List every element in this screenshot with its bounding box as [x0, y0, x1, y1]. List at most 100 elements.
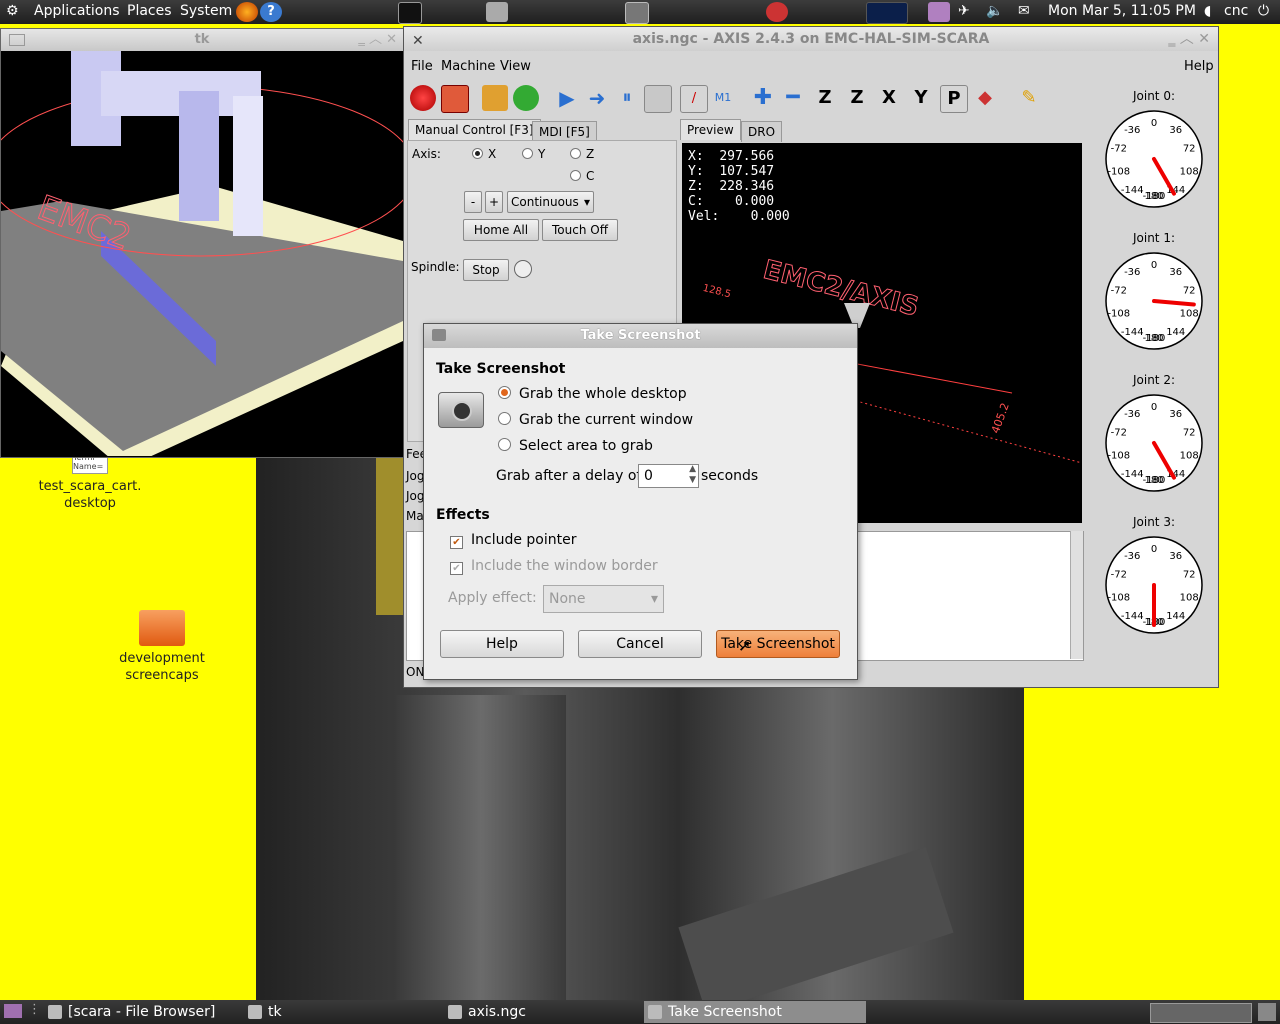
jog-plus-button[interactable]: + [485, 191, 503, 213]
camera-icon[interactable] [486, 2, 508, 22]
window-title: tk [194, 32, 210, 47]
include-border-checkbox[interactable]: ✔ Include the window border [450, 558, 658, 575]
tk-window[interactable]: tk ‗ ︿ ✕ EMC2 [0, 28, 404, 458]
tab-preview[interactable]: Preview [680, 119, 741, 140]
step-icon[interactable]: ➜ [584, 85, 610, 111]
show-desktop-icon[interactable] [4, 1004, 22, 1018]
run-icon[interactable]: ▶ [554, 85, 580, 111]
grab-whole-desktop-radio[interactable]: Grab the whole desktop [498, 386, 687, 402]
open-file-icon[interactable] [482, 85, 508, 111]
menu-view[interactable]: View [500, 59, 531, 74]
menu-machine[interactable]: Machine [441, 59, 495, 74]
menu-help[interactable]: Help [1184, 59, 1214, 74]
taskbar-file-browser[interactable]: [scara - File Browser] [44, 1001, 258, 1023]
dial-tick-label: -144 [1121, 469, 1144, 480]
select-area-radio[interactable]: Select area to grab [498, 438, 653, 454]
dimension-label: 128.5 [702, 283, 732, 301]
firefox-icon[interactable] [236, 2, 258, 22]
window-controls[interactable]: ‗ ︿ ✕ [358, 29, 397, 51]
dial-tick-label: 108 [1180, 308, 1199, 319]
tab-mdi[interactable]: MDI [F5] [532, 121, 597, 142]
clock[interactable]: Mon Mar 5, 11:05 PM [1048, 3, 1196, 19]
help-button[interactable]: Help [440, 630, 564, 658]
spindle-stop-button[interactable]: Stop [463, 259, 509, 281]
delay-spinbutton[interactable]: 0 ▲ ▼ [638, 464, 699, 488]
jog-mode-select[interactable]: Continuous ▾ [507, 191, 594, 213]
cancel-button[interactable]: Cancel [578, 630, 702, 658]
clear-plot-icon[interactable]: ✎ [1016, 85, 1042, 111]
view-x-icon[interactable]: X [876, 85, 902, 111]
lock-screen-icon[interactable] [625, 2, 649, 24]
desktop-icon-development-screencaps[interactable]: development screencaps [102, 610, 222, 684]
applications-menu[interactable]: Applications [34, 3, 120, 19]
update-icon[interactable] [766, 2, 788, 22]
window-title: axis.ngc - AXIS 2.4.3 on EMC-HAL-SIM-SCA… [632, 31, 990, 47]
dial-tick-label: 108 [1180, 592, 1199, 603]
axis-radio-z[interactable]: Z [570, 147, 594, 161]
axis-radio-y[interactable]: Y [522, 147, 545, 161]
separator-icon: ⋮ [28, 1002, 41, 1017]
gcode-scrollbar[interactable] [1070, 531, 1083, 659]
block-delete-icon[interactable]: / [680, 85, 708, 113]
network-icon[interactable]: ✈ [958, 3, 970, 19]
menu-file[interactable]: File [411, 59, 433, 74]
places-menu[interactable]: Places [127, 3, 172, 19]
touch-off-button[interactable]: Touch Off [542, 219, 618, 241]
camera-icon [648, 1005, 662, 1019]
pause-icon[interactable]: ⏸ [614, 85, 640, 111]
taskbar-take-screenshot[interactable]: Take Screenshot [644, 1001, 866, 1023]
spindle-brake-icon[interactable] [514, 260, 532, 278]
volume-icon[interactable]: 🔈 [986, 3, 1003, 19]
system-monitor-icon[interactable] [866, 2, 908, 24]
mail-icon[interactable]: ✉ [1018, 3, 1030, 19]
apply-effect-select[interactable]: None ▾ [543, 585, 664, 613]
window-icon [248, 1005, 262, 1019]
system-menu[interactable]: System [180, 3, 232, 19]
trash-icon[interactable] [1258, 1003, 1276, 1021]
zoom-in-icon[interactable]: ✚ [750, 85, 776, 111]
dial-tick-label: -180 [1143, 333, 1166, 344]
estop-icon[interactable] [410, 85, 436, 111]
axis-app-icon[interactable]: ✕ [412, 29, 424, 53]
view-y-icon[interactable]: Y [908, 85, 934, 111]
axis-radio-x[interactable]: X [472, 147, 496, 161]
taskbar-tk[interactable]: tk [244, 1001, 458, 1023]
terminal-icon[interactable] [398, 2, 422, 24]
zoom-out-icon[interactable]: ━ [780, 85, 806, 111]
window-menu-icon[interactable] [9, 34, 25, 46]
ubuntu-logo-icon[interactable]: ⚙ [6, 3, 19, 19]
power-icon[interactable]: ⏻ [1258, 3, 1269, 19]
workspace-switcher[interactable] [1150, 1003, 1252, 1023]
grab-current-window-radio[interactable]: Grab the current window [498, 412, 693, 428]
axis-radio-c[interactable]: C [570, 169, 594, 183]
workspace-icon[interactable] [928, 2, 950, 22]
reload-icon[interactable] [513, 85, 539, 111]
spin-arrows-icon[interactable]: ▲ ▼ [689, 464, 696, 486]
optional-stop-icon[interactable]: M1 [710, 85, 736, 111]
desktop-icon-test-scara[interactable]: Termi Name= test_scara_cart. desktop [30, 452, 150, 512]
window-controls[interactable]: ‗ ︿ ✕ [1168, 27, 1210, 51]
take-screenshot-button[interactable]: Take Screenshot [716, 630, 840, 658]
dialog-titlebar[interactable]: Take Screenshot [424, 324, 857, 348]
help-icon[interactable]: ? [260, 2, 282, 22]
tab-dro[interactable]: DRO [741, 121, 783, 142]
view-p-icon[interactable]: P [940, 85, 968, 113]
jog-minus-button[interactable]: - [464, 191, 482, 213]
machine-power-icon[interactable] [441, 85, 469, 113]
axis-titlebar[interactable]: ✕ axis.ngc - AXIS 2.4.3 on EMC-HAL-SIM-S… [404, 27, 1218, 51]
user-icon[interactable]: ◖ [1204, 3, 1211, 19]
stop-icon[interactable] [644, 85, 672, 113]
take-screenshot-dialog[interactable]: Take Screenshot Take Screenshot Grab the… [423, 323, 858, 680]
tab-manual-control[interactable]: Manual Control [F3] [408, 119, 541, 140]
dial-tick-label: 72 [1183, 144, 1196, 155]
user-name[interactable]: cnc [1224, 3, 1248, 19]
scara-3d-view[interactable]: EMC2 [1, 51, 403, 456]
taskbar-axis[interactable]: axis.ngc [444, 1001, 658, 1023]
tk-titlebar[interactable]: tk ‗ ︿ ✕ [1, 29, 403, 51]
view-z2-icon[interactable]: Z [844, 85, 870, 111]
view-z-icon[interactable]: Z [812, 85, 838, 111]
include-pointer-checkbox[interactable]: ✔ Include pointer [450, 532, 577, 549]
home-all-button[interactable]: Home All [463, 219, 539, 241]
rotate-icon[interactable]: ◆ [972, 85, 998, 111]
dial-tick-label: -108 [1107, 450, 1130, 461]
